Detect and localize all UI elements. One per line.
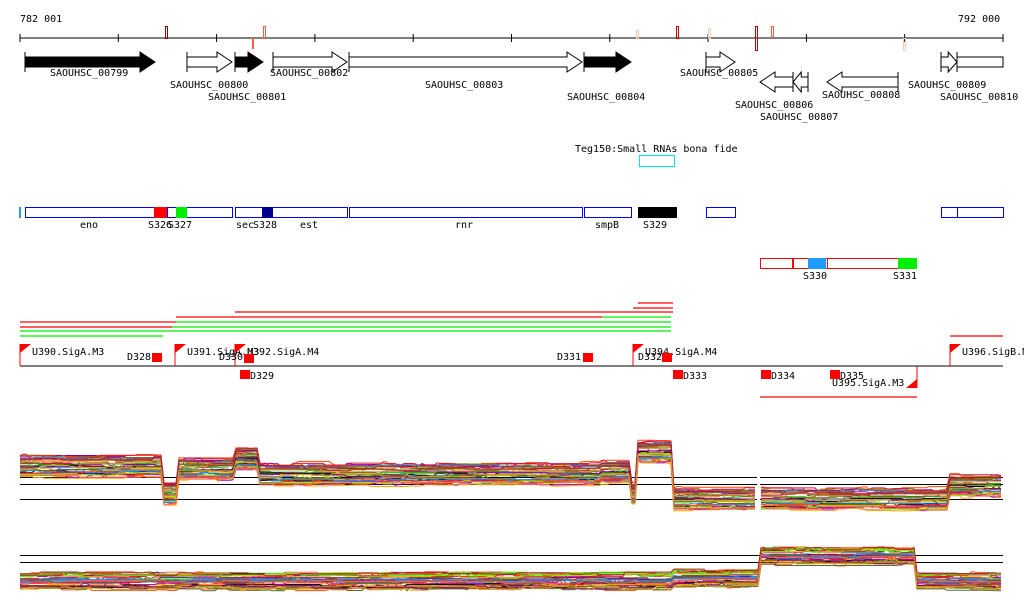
gene-label: SAOUHSC_00807 [760, 112, 838, 123]
snp-mark [676, 26, 679, 39]
gene-label: SAOUHSC_00800 [170, 80, 248, 91]
segment-label: S330 [803, 271, 827, 282]
operon-label: eno [80, 220, 98, 231]
snp-mark [263, 26, 266, 39]
operon-box[interactable] [957, 207, 1004, 218]
snp-mark [636, 30, 639, 39]
promoter-flag-icon[interactable] [950, 344, 961, 353]
gene-arrow[interactable] [348, 51, 583, 73]
gene-arrow[interactable] [940, 50, 958, 74]
gene-arrow[interactable] [826, 71, 899, 93]
gene-label: SAOUHSC_00799 [50, 68, 128, 79]
gene-label: SAOUHSC_00808 [822, 90, 900, 101]
operon-label: smpB [595, 220, 619, 231]
genome-browser-canvas[interactable]: 782 001 792 000 SAOUHSC_00799 SAOUHSC_008… [0, 0, 1024, 611]
promoter-flag-icon[interactable] [20, 344, 31, 353]
small-rna-label: Teg150:Small RNAs bona fide [575, 144, 738, 155]
segment-S330-fill [808, 258, 826, 269]
terminator-marker[interactable] [240, 370, 250, 379]
site-S328 [262, 207, 273, 218]
gene-arrow[interactable] [186, 51, 233, 73]
promoter-flag-icon[interactable] [175, 344, 186, 353]
terminator-label: D331 [557, 352, 581, 363]
snp-mark [165, 26, 168, 39]
terminator-marker[interactable] [673, 370, 683, 379]
operon-label: S328 [253, 220, 277, 231]
terminator-label: D333 [683, 371, 707, 382]
small-rna-feature[interactable] [639, 155, 675, 167]
gene-arrow[interactable] [234, 51, 264, 73]
gene-label: SAOUHSC_00806 [735, 100, 813, 111]
expression-panels [19, 439, 1003, 592]
operon-box[interactable] [25, 207, 168, 218]
segment-S331-fill [898, 258, 917, 269]
terminator-label: D329 [250, 371, 274, 382]
snp-mark [708, 28, 711, 39]
terminator-marker[interactable] [761, 370, 771, 379]
operon-label: est [300, 220, 318, 231]
site-S327 [176, 207, 187, 218]
terminator-marker[interactable] [583, 353, 593, 362]
terminator-marker[interactable] [830, 370, 840, 379]
gene-label: SAOUHSC_00805 [680, 68, 758, 79]
operon-box[interactable] [706, 207, 736, 218]
operon-box[interactable] [235, 207, 348, 218]
segment-box[interactable] [827, 258, 899, 269]
operon-label: S329 [643, 220, 667, 231]
terminator-marker[interactable] [244, 354, 254, 363]
operon-box[interactable] [941, 207, 958, 218]
operon-edge [19, 207, 21, 218]
gene-arrow[interactable] [583, 51, 632, 73]
terminator-label: D332 [638, 352, 662, 363]
gene-label: SAOUHSC_00801 [208, 92, 286, 103]
site-S329 [638, 207, 677, 218]
terminator-marker[interactable] [152, 353, 162, 362]
promoter-flag-icon[interactable] [906, 379, 917, 388]
gene-label: SAOUHSC_00803 [425, 80, 503, 91]
ruler-start-label: 782 001 [20, 14, 62, 25]
terminator-label: D335 [840, 371, 864, 382]
gene-label: SAOUHSC_00810 [940, 92, 1018, 103]
gene-arrow[interactable] [759, 71, 794, 93]
gene-label: SAOUHSC_00802 [270, 68, 348, 79]
operon-box[interactable] [349, 207, 583, 218]
operon-label: rnr [455, 220, 473, 231]
terminator-marker[interactable] [662, 353, 672, 362]
gene-arrow[interactable] [956, 56, 1004, 68]
segment-box[interactable] [760, 258, 793, 269]
promoter-label: U390.SigA.M3 [32, 347, 104, 358]
promoter-label: U396.SigB.M [962, 347, 1024, 358]
promoter-track: U390.SigA.M3 U391.SigA.M3U392.SigA.M4 U394… [19, 344, 1024, 389]
gene-label: SAOUHSC_00804 [567, 92, 645, 103]
operon-box[interactable] [584, 207, 632, 218]
operon-track: eno S326S327 secS328 est rnr smpB S329 [19, 207, 1004, 231]
segment-track: S330 S331 [760, 258, 917, 282]
terminator-label: D330 [219, 352, 243, 363]
site-S326 [154, 207, 167, 218]
operon-label: sec [236, 220, 254, 231]
ruler-end-label: 792 000 [958, 14, 1000, 25]
gene-arrow[interactable] [792, 70, 809, 94]
snp-mark [771, 26, 774, 37]
gene-track: SAOUHSC_00799 SAOUHSC_00800SAOUHSC_00801 S… [24, 50, 1018, 123]
promoter-label: U392.SigA.M4 [247, 347, 319, 358]
segment-label: S331 [893, 271, 917, 282]
operon-label: S327 [168, 220, 192, 231]
terminator-label: D334 [771, 371, 795, 382]
terminator-label: D328 [127, 352, 151, 363]
gene-label: SAOUHSC_00809 [908, 80, 986, 91]
